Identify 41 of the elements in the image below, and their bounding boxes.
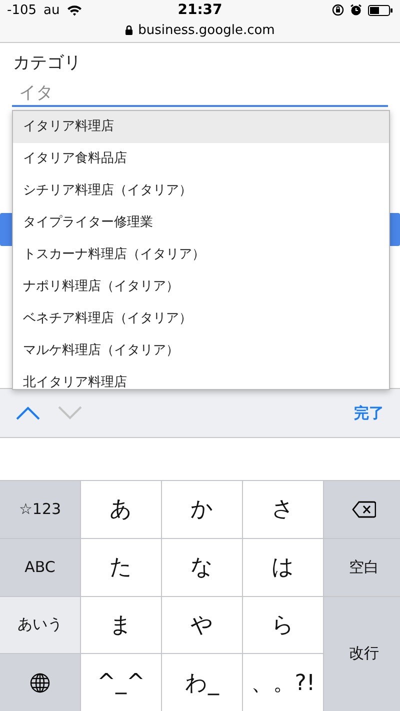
wifi-icon: [66, 4, 82, 16]
return-key[interactable]: 改行: [324, 596, 400, 711]
kana-key[interactable]: さ: [243, 481, 323, 538]
kana-key[interactable]: 、。?!: [243, 654, 323, 711]
suggestion-item[interactable]: イタリア料理店: [13, 111, 389, 143]
kana-key[interactable]: ^_^: [81, 654, 161, 711]
backspace-icon: [352, 500, 376, 518]
globe-key[interactable]: [0, 654, 80, 711]
kana-key[interactable]: な: [162, 538, 242, 596]
kana-key[interactable]: あ: [81, 481, 161, 538]
up-chevron-icon[interactable]: [16, 406, 40, 420]
suggestion-item[interactable]: マルケ料理店（イタリア）: [13, 335, 389, 367]
mode-key[interactable]: 空白: [324, 538, 400, 596]
suggestion-item[interactable]: シチリア料理店（イタリア）: [13, 175, 389, 207]
lock-icon: [125, 25, 134, 35]
kana-key[interactable]: は: [243, 538, 323, 596]
alarm-icon: [350, 4, 362, 16]
suggestion-item[interactable]: イタリア食料品店: [13, 143, 389, 175]
carrier: au: [44, 2, 60, 18]
suggestion-item[interactable]: 北イタリア料理店: [13, 367, 389, 389]
suggestion-item[interactable]: ベネチア料理店（イタリア）: [13, 303, 389, 335]
battery-icon: [368, 4, 394, 16]
mode-key[interactable]: あいう: [0, 596, 80, 654]
clock: 21:37: [178, 2, 222, 18]
globe-icon: [30, 672, 50, 693]
suggestion-item[interactable]: ナポリ料理店（イタリア）: [13, 271, 389, 303]
kana-key[interactable]: た: [81, 538, 161, 596]
rotation-lock-icon: [332, 4, 344, 16]
backspace-key[interactable]: [324, 481, 400, 538]
kana-key[interactable]: わ_: [162, 654, 242, 711]
suggestion-item[interactable]: トスカーナ料理店（イタリア）: [13, 239, 389, 271]
suggestion-item[interactable]: タイプライター修理業: [13, 207, 389, 239]
kana-key[interactable]: か: [162, 481, 242, 538]
address-bar[interactable]: business.google.com: [0, 20, 400, 40]
mode-key[interactable]: ☆123: [0, 481, 80, 538]
kana-key[interactable]: ま: [81, 596, 161, 654]
field-label: カテゴリ: [12, 52, 82, 74]
mode-key[interactable]: ABC: [0, 538, 80, 596]
kana-key[interactable]: や: [162, 596, 242, 654]
signal-strength: -105: [7, 2, 37, 18]
kana-key[interactable]: ら: [243, 596, 323, 654]
